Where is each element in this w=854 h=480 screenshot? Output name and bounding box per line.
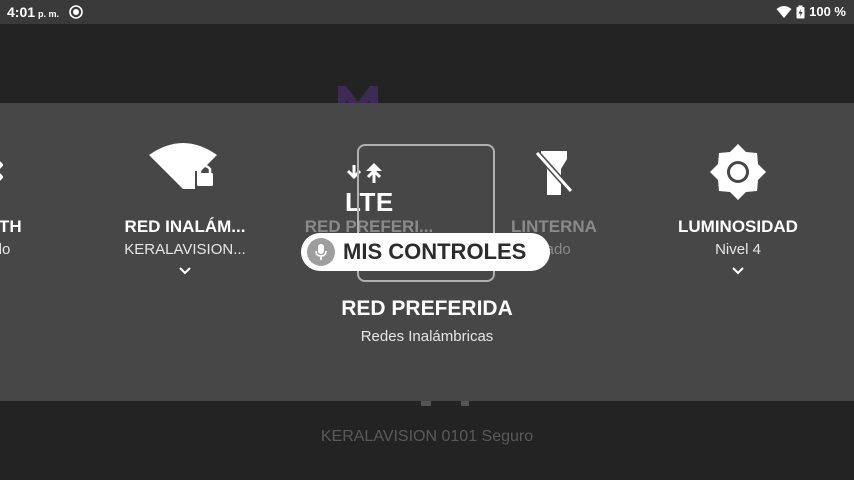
selected-tile-title: RED PREFERIDA: [341, 297, 513, 320]
tile-subtitle: KERALAVISION...: [124, 241, 246, 258]
status-right-group: 100 %: [776, 4, 846, 19]
status-bar: 4:01 p. m. 100 %: [0, 0, 854, 24]
status-time: 4:01 p. m.: [7, 4, 59, 20]
chevron-down-icon[interactable]: [178, 266, 192, 276]
cast-icon: [69, 5, 83, 19]
mic-icon: [307, 238, 335, 266]
tile-subtitle: Nivel 4: [715, 241, 761, 258]
network-status-text: KERALAVISION 0101 Seguro: [320, 428, 534, 445]
wifi-icon: [776, 5, 792, 18]
voice-pill-label: MIS CONTROLES: [343, 239, 527, 264]
wifi-lock-icon: [149, 143, 217, 189]
battery-level: 100 %: [809, 4, 846, 19]
status-time-value: 4:01: [7, 4, 36, 20]
voice-command-pill[interactable]: MIS CONTROLES: [301, 233, 550, 271]
flashlight-off-icon: [534, 150, 574, 195]
tile-subtitle: ndido: [0, 241, 11, 258]
tile-title: TOOTH: [0, 217, 22, 236]
tile-title: LUMINOSIDAD: [678, 217, 798, 236]
selected-tile-subtitle: Redes Inalámbricas: [360, 328, 494, 345]
status-time-suffix: p. m.: [38, 9, 60, 19]
bluetooth-icon: [0, 161, 3, 181]
quick-settings-panel: TOOTH ndido RED INALÁM... KERALAVISION..…: [0, 103, 854, 401]
chevron-down-icon[interactable]: [731, 266, 745, 276]
brightness-icon: [710, 144, 766, 200]
battery-icon: [796, 5, 805, 18]
tile-title: RED INALÁM...: [124, 217, 246, 236]
